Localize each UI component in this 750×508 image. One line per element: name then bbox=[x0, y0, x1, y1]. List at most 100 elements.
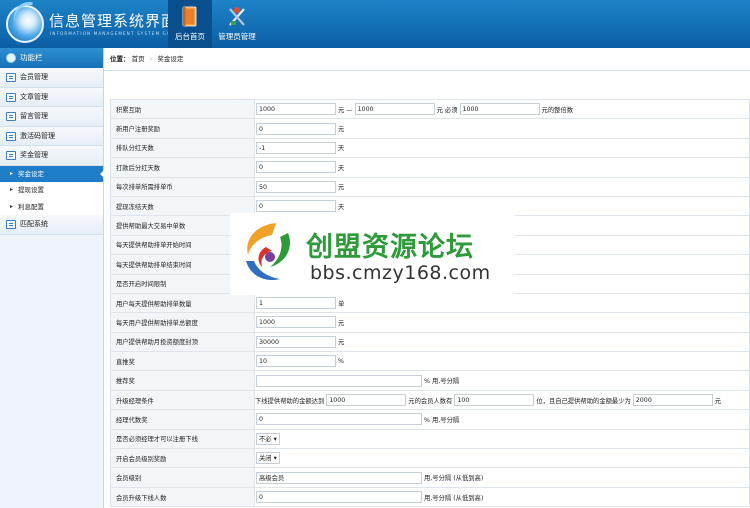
sidebar-subitem-withdraw-settings[interactable]: 提现设置 bbox=[0, 182, 103, 199]
row-value: % 用,号分隔 bbox=[254, 370, 750, 391]
manager-members-input[interactable]: 100 bbox=[454, 394, 535, 407]
queue-dividend-days-input[interactable]: -1 bbox=[256, 141, 336, 154]
row-value: 0天 bbox=[254, 157, 750, 178]
paid-dividend-days-input[interactable]: 0 bbox=[256, 161, 336, 174]
bonus-icon bbox=[6, 151, 16, 160]
unit-text: 元 bbox=[338, 339, 345, 347]
sidebar-item-articles[interactable]: 文章管理 bbox=[0, 87, 103, 107]
form-row: 直推奖 10% bbox=[110, 351, 750, 372]
settings-table: 积累互助 1000 元 —1000 元 必须 1000 元的整倍数 新用户注册奖励 0元… bbox=[110, 98, 750, 508]
manager-amount-input[interactable]: 1000 bbox=[326, 394, 407, 407]
chevron-down-icon: ▾ bbox=[273, 435, 277, 443]
sidebar-subitem-label: 利息配置 bbox=[18, 202, 44, 211]
unit-text: 元 bbox=[714, 397, 722, 405]
form-row: 用户提供帮助月投资额度封顶 30000 元 bbox=[110, 331, 750, 353]
sidebar: 功能栏 会员管理 文章管理 留言管理 激活码管理 奖金管理 奖金设定 提现设置 … bbox=[0, 48, 104, 508]
unit-text: 天 bbox=[338, 145, 345, 153]
manager-register-select[interactable]: 不必 ▾ bbox=[256, 432, 280, 445]
form-row: 开启会员级别奖励 关闭 ▾ bbox=[110, 448, 750, 469]
sidebar-subitem-interest-config[interactable]: 利息配置 bbox=[0, 198, 103, 215]
unit-text: 用,号分隔 (从低到高) bbox=[424, 475, 484, 483]
row-label: 会员升级下线人数 bbox=[110, 486, 255, 508]
sidebar-item-label: 文章管理 bbox=[20, 92, 48, 101]
unit-text: 单 bbox=[338, 300, 345, 308]
form-row: 会员升级下线人数 0 用,号分隔 (从低到高) bbox=[110, 486, 750, 508]
tab-admin-label: 管理员管理 bbox=[218, 32, 256, 41]
unit-text: 元 bbox=[338, 126, 345, 134]
manager-self-amount-input[interactable]: 2000 bbox=[632, 394, 713, 407]
unit-text: 位，且自己提供帮助的金额最少为 bbox=[536, 397, 631, 405]
row-label: 用户每天提供帮助排单数量 bbox=[110, 292, 255, 314]
breadcrumb: 位置： 首页 › 奖金设定 bbox=[104, 48, 750, 71]
form-row: 每天用户提供帮助排单总额度 1000 元 bbox=[110, 312, 750, 333]
manager-generation-bonus-input[interactable]: 0 bbox=[256, 413, 422, 426]
unit-text: 下线提供帮助的金额达到 bbox=[255, 397, 325, 405]
row-value: 不必 ▾ bbox=[254, 428, 750, 450]
direct-bonus-input[interactable]: 10 bbox=[256, 355, 336, 368]
sidebar-subitem-bonus-settings[interactable]: 奖金设定 bbox=[0, 165, 104, 182]
sidebar-item-label: 奖金管理 bbox=[20, 151, 48, 159]
register-reward-input[interactable]: 0 bbox=[256, 122, 336, 135]
monthly-cap-input[interactable]: 30000 bbox=[256, 335, 336, 348]
tab-home[interactable]: 后台首页 bbox=[168, 0, 212, 48]
row-value: 10% bbox=[254, 351, 750, 372]
unit-text: 元的会员人数有 bbox=[408, 397, 453, 405]
form-row: 排队分红天数 -1 天 bbox=[110, 137, 750, 159]
accumulate-multiple-input[interactable]: 1000 bbox=[459, 103, 540, 116]
unit-text: 元 — bbox=[338, 106, 353, 114]
form-row: 会员级别 高级会员 用,号分隔 (从低到高) bbox=[110, 467, 750, 488]
message-icon bbox=[6, 112, 16, 121]
select-value: 不必 bbox=[259, 435, 272, 443]
sidebar-item-label: 匹配系统 bbox=[20, 220, 48, 228]
select-value: 关闭 bbox=[259, 455, 272, 463]
sidebar-item-bonus[interactable]: 奖金管理 bbox=[0, 146, 103, 166]
referral-bonus-input[interactable] bbox=[256, 374, 422, 387]
sidebar-item-label: 激活码管理 bbox=[20, 131, 55, 140]
row-label: 经理代数奖 bbox=[110, 409, 255, 430]
tab-admin[interactable]: 管理员管理 bbox=[214, 0, 260, 48]
app-subtitle: INFORMATION MANAGEMENT SYSTEM GUI bbox=[50, 31, 174, 36]
accumulate-max-input[interactable]: 1000 bbox=[354, 103, 435, 116]
row-label: 直推奖 bbox=[110, 351, 255, 372]
order-coin-input[interactable]: 50 bbox=[256, 180, 336, 193]
unit-text: % 用,号分隔 bbox=[424, 378, 460, 386]
row-value: 关闭 ▾ bbox=[254, 448, 750, 469]
accumulate-min-input[interactable]: 1000 bbox=[256, 103, 336, 116]
form-row: 推荐奖 % 用,号分隔 bbox=[110, 370, 750, 391]
sidebar-item-activation-codes[interactable]: 激活码管理 bbox=[0, 126, 103, 146]
sidebar-item-messages[interactable]: 留言管理 bbox=[0, 107, 103, 127]
unit-text: 天 bbox=[338, 164, 345, 172]
row-label: 积累互助 bbox=[110, 98, 255, 120]
top-header: 信息管理系统界面 INFORMATION MANAGEMENT SYSTEM G… bbox=[0, 0, 750, 48]
sidebar-header-icon bbox=[6, 53, 16, 63]
tab-home-label: 后台首页 bbox=[175, 32, 205, 41]
sidebar-subitem-label: 奖金设定 bbox=[18, 169, 44, 178]
breadcrumb-current: 奖金设定 bbox=[157, 55, 184, 63]
sidebar-title: 功能栏 bbox=[20, 53, 43, 62]
sidebar-item-members[interactable]: 会员管理 bbox=[0, 68, 103, 88]
row-label: 每天用户提供帮助排单总额度 bbox=[110, 312, 255, 333]
row-value: 0% 用,号分隔 bbox=[254, 409, 750, 430]
row-value: 0元 bbox=[254, 118, 750, 139]
row-value: 下线提供帮助的金额达到 1000 元的会员人数有 100 位，且自己提供帮助的金额最少为… bbox=[254, 389, 750, 411]
form-row: 是否必须经理才可以注册下线 不必 ▾ bbox=[110, 428, 750, 450]
unit-text: % bbox=[338, 357, 344, 365]
level-reward-select[interactable]: 关闭 ▾ bbox=[256, 452, 280, 465]
unit-text: 用,号分隔 (从低到高) bbox=[424, 494, 484, 502]
breadcrumb-separator: › bbox=[149, 55, 153, 63]
row-label: 开启会员级别奖励 bbox=[110, 448, 255, 469]
unit-text: 元 bbox=[338, 319, 345, 327]
sidebar-item-matching[interactable]: 匹配系统 bbox=[0, 215, 103, 235]
level-upgrade-count-input[interactable]: 0 bbox=[256, 491, 422, 503]
withdraw-freeze-days-input[interactable]: 0 bbox=[256, 200, 336, 213]
row-label: 升级经理条件 bbox=[110, 389, 255, 411]
form-row: 打款后分红天数 0天 bbox=[110, 157, 750, 178]
tools-icon bbox=[229, 7, 245, 26]
daily-order-total-input[interactable]: 1000 bbox=[256, 316, 336, 329]
row-value: 30000 元 bbox=[254, 331, 750, 353]
member-level-input[interactable]: 高级会员 bbox=[256, 471, 422, 484]
row-label: 新用户注册奖励 bbox=[110, 118, 255, 139]
daily-order-count-input[interactable]: 1 bbox=[256, 297, 336, 310]
article-icon bbox=[6, 92, 16, 102]
breadcrumb-home[interactable]: 首页 bbox=[132, 55, 145, 63]
